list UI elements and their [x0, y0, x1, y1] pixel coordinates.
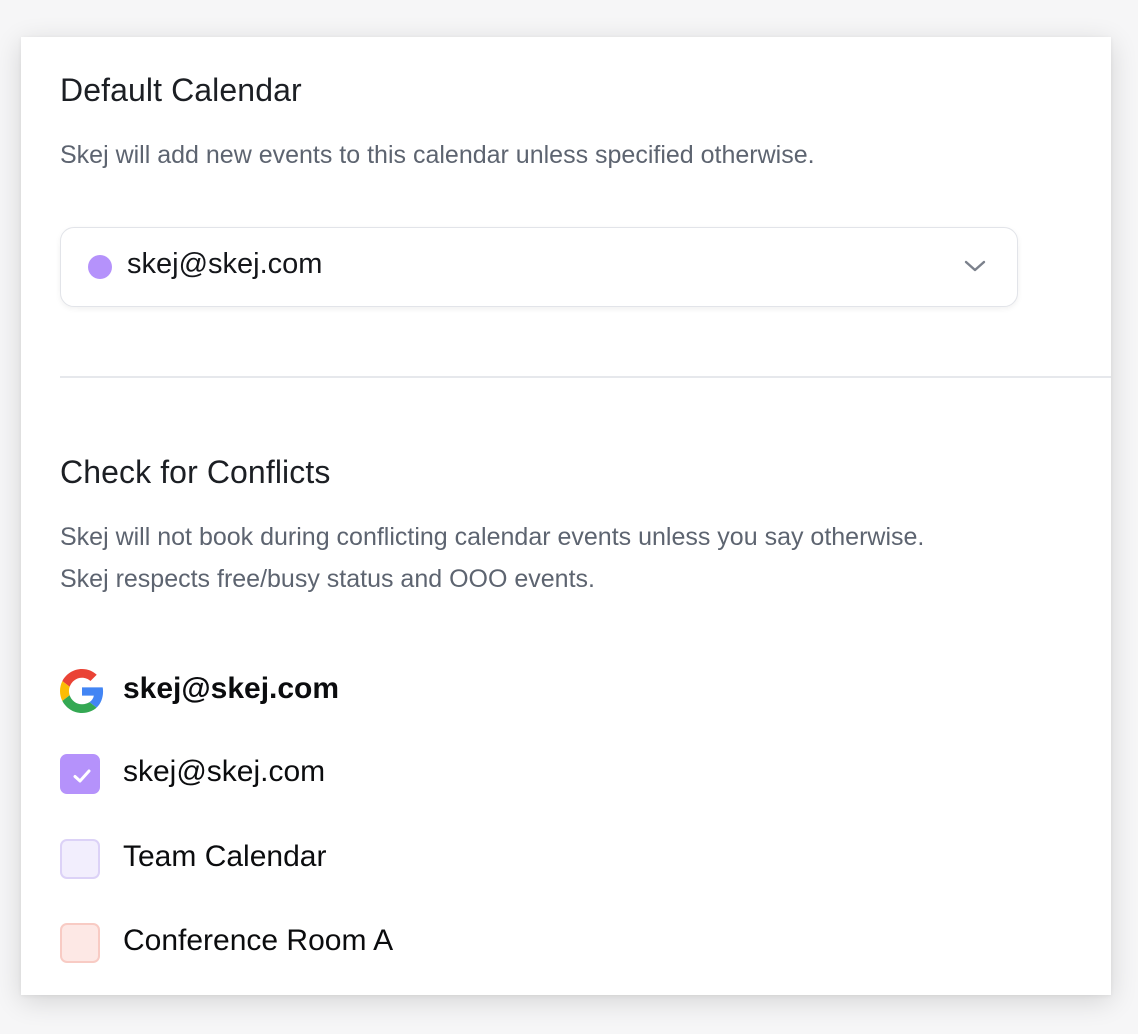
default-calendar-value: skej@skej.com: [127, 248, 323, 280]
calendar-label: Team Calendar: [123, 840, 327, 873]
calendar-checkbox[interactable]: [60, 923, 100, 963]
conflicts-description-line-1: Skej will not book during conflicting ca…: [60, 523, 925, 551]
calendar-row-skej[interactable]: skej@skej.com: [60, 754, 660, 798]
conflicts-title: Check for Conflicts: [60, 454, 331, 490]
calendar-settings-card: Default Calendar Skej will add new event…: [21, 37, 1111, 995]
conflicts-description-line-2: Skej respects free/busy status and OOO e…: [60, 565, 595, 593]
default-calendar-select[interactable]: skej@skej.com: [60, 227, 1018, 307]
section-divider: [60, 376, 1111, 378]
calendar-row-conference-room[interactable]: Conference Room A: [60, 923, 660, 967]
chevron-down-icon: [964, 260, 986, 272]
calendar-label: skej@skej.com: [123, 755, 326, 788]
google-icon: [60, 669, 104, 713]
calendar-label: Conference Room A: [123, 924, 394, 957]
default-calendar-description: Skej will add new events to this calenda…: [60, 141, 815, 169]
checkmark-icon: [73, 769, 91, 783]
calendar-checkbox[interactable]: [60, 754, 100, 794]
calendar-color-dot: [88, 255, 112, 279]
google-account-email: skej@skej.com: [123, 672, 340, 705]
default-calendar-title: Default Calendar: [60, 72, 302, 108]
calendar-row-team[interactable]: Team Calendar: [60, 839, 660, 883]
calendar-checkbox[interactable]: [60, 839, 100, 879]
